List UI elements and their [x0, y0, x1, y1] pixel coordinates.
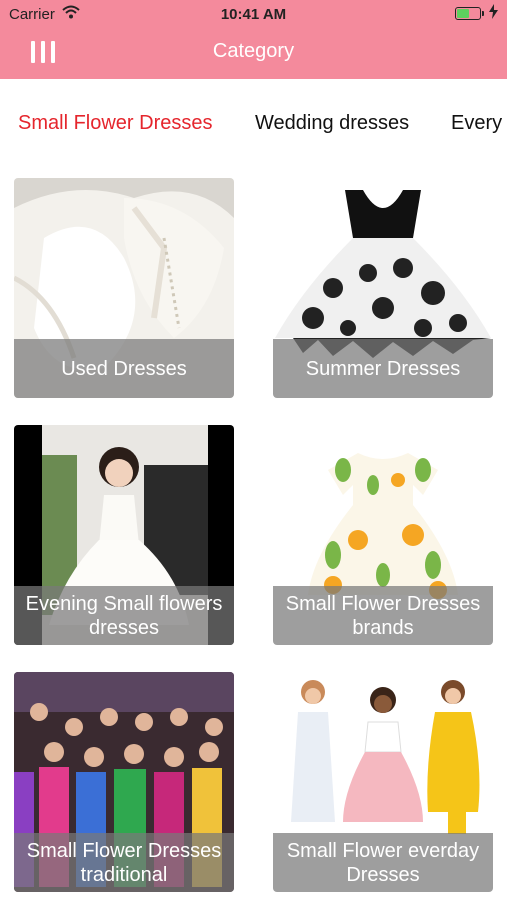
navigation-bar: Carrier 10:41 AM Category	[0, 0, 507, 79]
category-card-evening-dresses[interactable]: Evening Small flowers dresses	[14, 425, 234, 645]
battery-icon	[455, 7, 484, 20]
tab-small-flower-dresses[interactable]: Small Flower Dresses	[18, 112, 212, 135]
card-caption: Small Flower Dresses traditional	[14, 833, 234, 892]
card-caption: Evening Small flowers dresses	[14, 586, 234, 645]
category-card-everyday-dresses[interactable]: Small Flower everday Dresses	[273, 672, 493, 892]
category-card-traditional-dresses[interactable]: Small Flower Dresses traditional	[14, 672, 234, 892]
card-caption: Small Flower Dresses brands	[273, 586, 493, 645]
bolt-icon	[489, 4, 498, 23]
card-caption: Summer Dresses	[273, 339, 493, 398]
page-title: Category	[212, 40, 295, 62]
category-tabs: Small Flower Dresses Wedding dresses Eve…	[0, 79, 507, 167]
card-caption: Small Flower everday Dresses	[273, 833, 493, 892]
card-caption: Used Dresses	[14, 339, 234, 398]
category-card-dresses-brands[interactable]: Small Flower Dresses brands	[273, 425, 493, 645]
category-card-used-dresses[interactable]: Used Dresses	[14, 178, 234, 398]
status-bar: Carrier 10:41 AM	[0, 0, 507, 28]
clock-time: 10:41 AM	[220, 6, 287, 23]
tab-every[interactable]: Every	[451, 112, 502, 135]
category-card-summer-dresses[interactable]: Summer Dresses	[273, 178, 493, 398]
tab-wedding-dresses[interactable]: Wedding dresses	[255, 112, 409, 135]
